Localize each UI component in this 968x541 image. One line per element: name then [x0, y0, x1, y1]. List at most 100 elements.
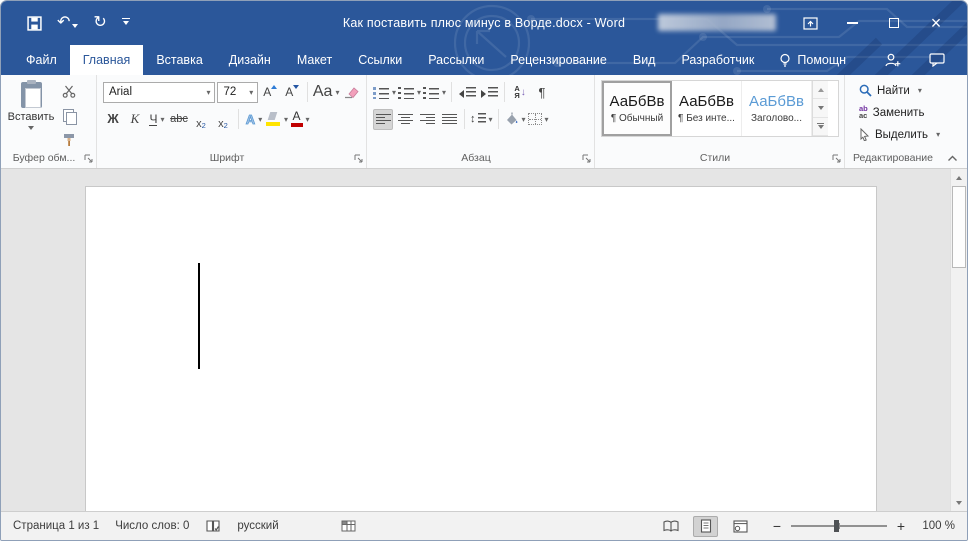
change-case-button[interactable]: Aa — [313, 82, 339, 103]
paste-dropdown-arrow-icon[interactable] — [28, 126, 34, 130]
scroll-down-button[interactable] — [951, 494, 967, 511]
select-button[interactable]: Выделить — [855, 124, 962, 145]
tab-file[interactable]: Файл — [13, 45, 70, 75]
clear-formatting-button[interactable] — [341, 82, 361, 103]
align-right-button[interactable] — [417, 109, 437, 130]
align-center-button[interactable] — [395, 109, 415, 130]
read-mode-button[interactable] — [658, 516, 683, 537]
zoom-slider-thumb[interactable] — [834, 520, 840, 533]
statusbar-right: − + 100 % — [658, 515, 955, 537]
font-size-select[interactable]: 72 — [217, 81, 259, 103]
increase-indent-icon — [480, 86, 498, 99]
tab-home[interactable]: Главная — [69, 45, 144, 75]
style-item-heading[interactable]: АаБбВв Заголово... — [742, 81, 812, 136]
align-left-button[interactable] — [373, 108, 393, 130]
paste-label: Вставить — [7, 111, 55, 123]
maximize-icon — [889, 18, 899, 28]
style-item-normal[interactable]: АаБбВв ¶ Обычный — [602, 81, 672, 136]
strikethrough-button[interactable]: abc — [169, 109, 189, 130]
scrollbar-track[interactable] — [951, 268, 967, 494]
word-count[interactable]: Число слов: 0 — [115, 520, 189, 532]
justify-button[interactable] — [439, 109, 459, 130]
shading-button[interactable] — [504, 109, 526, 130]
tab-mailings[interactable]: Рассылки — [415, 45, 497, 75]
lightbulb-icon — [780, 53, 790, 67]
borders-button[interactable] — [527, 109, 549, 130]
editing-group: Найти ab ac Заменить Выделить Редактиров… — [845, 75, 967, 168]
text-effects-button[interactable]: А — [244, 109, 264, 130]
shrink-font-button[interactable]: А — [282, 82, 302, 103]
tab-review[interactable]: Рецензирование — [497, 45, 620, 75]
font-dialog-launcher-icon[interactable] — [354, 154, 364, 164]
tab-layout[interactable]: Макет — [284, 45, 345, 75]
shrink-font-arrow-icon — [293, 85, 300, 89]
multilevel-list-button[interactable] — [423, 82, 446, 103]
paragraph-dialog-launcher-icon[interactable] — [582, 154, 592, 164]
macro-recording-button[interactable] — [341, 520, 356, 532]
paste-button[interactable]: Вставить — [7, 79, 55, 151]
bullets-button[interactable] — [373, 82, 396, 103]
share-sign-in-icon[interactable] — [884, 53, 901, 68]
font-color-button[interactable]: А — [290, 109, 310, 130]
tab-insert[interactable]: Вставка — [143, 45, 215, 75]
italic-button[interactable]: К — [125, 109, 145, 130]
vertical-scrollbar[interactable] — [950, 169, 967, 511]
align-left-icon — [375, 113, 391, 126]
tab-developer[interactable]: Разработчик — [668, 45, 767, 75]
underline-button[interactable]: Ч — [147, 109, 167, 130]
minimize-button[interactable] — [831, 1, 873, 45]
close-button[interactable]: × — [915, 1, 957, 45]
zoom-level[interactable]: 100 % — [915, 520, 955, 532]
collapse-ribbon-icon[interactable] — [947, 155, 958, 162]
align-right-icon — [419, 113, 435, 126]
tab-view[interactable]: Вид — [620, 45, 669, 75]
find-button[interactable]: Найти — [855, 80, 962, 101]
proofing-status-button[interactable] — [205, 519, 221, 533]
subscript-button[interactable]: x2 — [191, 109, 211, 130]
grow-font-arrow-icon — [271, 85, 278, 89]
page-indicator[interactable]: Страница 1 из 1 — [13, 520, 99, 532]
superscript-button[interactable]: x2 — [213, 109, 233, 130]
tab-references[interactable]: Ссылки — [345, 45, 415, 75]
increase-indent-button[interactable] — [479, 82, 499, 103]
select-cursor-icon — [860, 128, 870, 141]
paragraph-group: АЯ ↓ ¶ ↕ — [367, 75, 595, 168]
zoom-out-button[interactable]: − — [771, 518, 783, 534]
numbering-button[interactable] — [398, 82, 421, 103]
feedback-comment-icon[interactable] — [929, 53, 945, 67]
zoom-in-button[interactable]: + — [895, 518, 907, 534]
ribbon-display-options-button[interactable] — [789, 1, 831, 45]
copy-button[interactable] — [59, 105, 79, 126]
scrollbar-thumb[interactable] — [952, 186, 966, 268]
document-page[interactable] — [85, 186, 877, 511]
styles-scroll-down-button[interactable] — [813, 99, 828, 118]
decrease-indent-button[interactable] — [457, 82, 477, 103]
scroll-up-button[interactable] — [951, 169, 967, 186]
styles-gallery-more-button[interactable] — [813, 117, 828, 136]
zoom-slider-track[interactable] — [791, 520, 887, 533]
styles-scroll-up-button[interactable] — [813, 81, 828, 100]
bold-button[interactable]: Ж — [103, 109, 123, 130]
sort-button[interactable]: АЯ ↓ — [510, 82, 530, 103]
styles-dialog-launcher-icon[interactable] — [832, 154, 842, 164]
clipboard-dialog-launcher-icon[interactable] — [84, 154, 94, 164]
style-item-no-spacing[interactable]: АаБбВв ¶ Без инте... — [672, 81, 742, 136]
divider — [464, 109, 465, 129]
replace-button[interactable]: ab ac Заменить — [855, 102, 962, 123]
highlight-color-button[interactable] — [266, 109, 288, 130]
format-painter-button[interactable] — [59, 129, 79, 150]
maximize-button[interactable] — [873, 1, 915, 45]
print-layout-button[interactable] — [693, 515, 718, 537]
line-spacing-button[interactable]: ↕ — [470, 109, 493, 130]
font-family-select[interactable]: Arial — [103, 81, 216, 103]
tell-me-assistant[interactable]: Помощн — [767, 45, 858, 75]
tab-design[interactable]: Дизайн — [216, 45, 284, 75]
show-paragraph-marks-button[interactable]: ¶ — [532, 82, 552, 103]
multilevel-list-icon — [423, 86, 440, 99]
grow-font-button[interactable]: А — [260, 82, 280, 103]
macro-record-icon — [341, 520, 356, 532]
cut-button[interactable] — [59, 81, 79, 102]
language-indicator[interactable]: русский — [237, 520, 278, 532]
proofing-book-icon — [206, 520, 220, 532]
web-layout-button[interactable] — [728, 516, 753, 537]
